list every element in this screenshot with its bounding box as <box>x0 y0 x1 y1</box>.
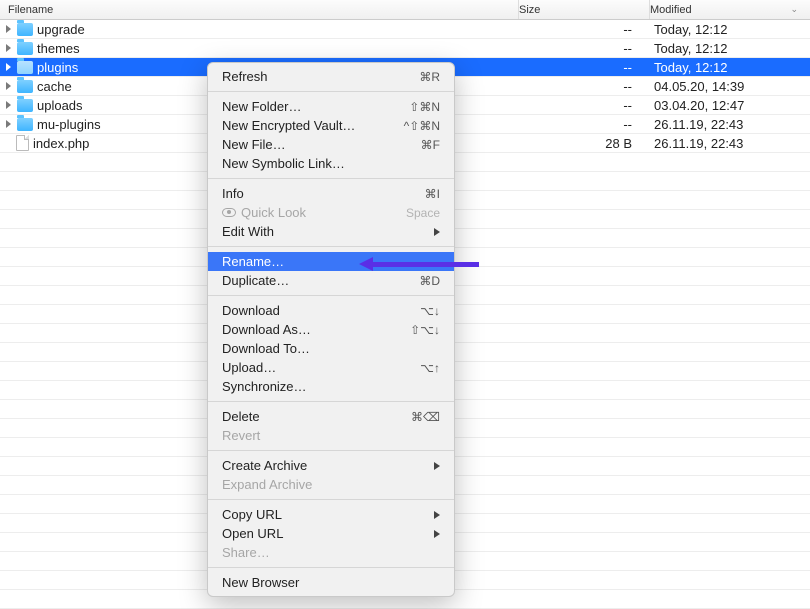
menu-separator <box>208 91 454 92</box>
folder-icon <box>17 99 33 112</box>
menu-delete[interactable]: Delete ⌘⌫ <box>208 407 454 426</box>
disclosure-triangle-icon[interactable] <box>6 101 11 109</box>
filename-label: themes <box>37 41 80 56</box>
cell-filename: themes <box>0 41 520 56</box>
menu-new-symbolic-link[interactable]: New Symbolic Link… <box>208 154 454 173</box>
cell-modified: Today, 12:12 <box>650 22 810 37</box>
menu-open-url[interactable]: Open URL <box>208 524 454 543</box>
menu-create-archive[interactable]: Create Archive <box>208 456 454 475</box>
menu-quick-look: Quick Look Space <box>208 203 454 222</box>
folder-icon <box>17 42 33 55</box>
filename-label: upgrade <box>37 22 85 37</box>
cell-size: -- <box>520 60 650 75</box>
menu-duplicate[interactable]: Duplicate… ⌘D <box>208 271 454 290</box>
filename-label: uploads <box>37 98 83 113</box>
chevron-right-icon <box>434 462 440 470</box>
menu-revert: Revert <box>208 426 454 445</box>
folder-icon <box>17 23 33 36</box>
menu-new-browser[interactable]: New Browser <box>208 573 454 592</box>
menu-separator <box>208 450 454 451</box>
menu-separator <box>208 499 454 500</box>
menu-separator <box>208 567 454 568</box>
cell-modified: 04.05.20, 14:39 <box>650 79 810 94</box>
cell-size: -- <box>520 98 650 113</box>
cell-modified: 26.11.19, 22:43 <box>650 136 810 151</box>
column-modified[interactable]: Modified ⌄ <box>650 4 810 16</box>
chevron-right-icon <box>434 511 440 519</box>
menu-new-encrypted-vault[interactable]: New Encrypted Vault… ^⇧⌘N <box>208 116 454 135</box>
sort-indicator-icon: ⌄ <box>790 4 798 15</box>
cell-size: -- <box>520 79 650 94</box>
disclosure-triangle-icon[interactable] <box>6 44 11 52</box>
filename-label: mu-plugins <box>37 117 101 132</box>
folder-icon <box>17 118 33 131</box>
cell-modified: Today, 12:12 <box>650 41 810 56</box>
menu-synchronize[interactable]: Synchronize… <box>208 377 454 396</box>
chevron-right-icon <box>434 530 440 538</box>
menu-rename[interactable]: Rename… <box>208 252 454 271</box>
menu-upload[interactable]: Upload… ⌥↑ <box>208 358 454 377</box>
menu-share: Share… <box>208 543 454 562</box>
column-header: Filename Size Modified ⌄ <box>0 0 810 20</box>
cell-size: -- <box>520 117 650 132</box>
cell-modified: Today, 12:12 <box>650 60 810 75</box>
menu-separator <box>208 246 454 247</box>
filename-label: index.php <box>33 136 89 151</box>
menu-download-to[interactable]: Download To… <box>208 339 454 358</box>
menu-download[interactable]: Download ⌥↓ <box>208 301 454 320</box>
chevron-right-icon <box>434 228 440 236</box>
cell-modified: 26.11.19, 22:43 <box>650 117 810 132</box>
menu-new-file[interactable]: New File… ⌘F <box>208 135 454 154</box>
menu-copy-url[interactable]: Copy URL <box>208 505 454 524</box>
cell-size: -- <box>520 22 650 37</box>
menu-edit-with[interactable]: Edit With <box>208 222 454 241</box>
cell-size: 28 B <box>520 136 650 151</box>
disclosure-triangle-icon[interactable] <box>6 120 11 128</box>
column-size[interactable]: Size <box>519 4 649 16</box>
disclosure-triangle-icon[interactable] <box>6 25 11 33</box>
menu-new-folder[interactable]: New Folder… ⇧⌘N <box>208 97 454 116</box>
menu-download-as[interactable]: Download As… ⇧⌥↓ <box>208 320 454 339</box>
table-row[interactable]: upgrade --Today, 12:12 <box>0 20 810 39</box>
eye-icon <box>222 208 236 217</box>
folder-icon <box>17 80 33 93</box>
menu-separator <box>208 401 454 402</box>
file-icon <box>16 135 29 151</box>
filename-label: plugins <box>37 60 78 75</box>
folder-icon <box>17 61 33 74</box>
cell-size: -- <box>520 41 650 56</box>
menu-info[interactable]: Info ⌘I <box>208 184 454 203</box>
filename-label: cache <box>37 79 72 94</box>
disclosure-triangle-icon[interactable] <box>6 63 11 71</box>
menu-expand-archive: Expand Archive <box>208 475 454 494</box>
cell-filename: upgrade <box>0 22 520 37</box>
column-filename[interactable]: Filename <box>0 4 518 16</box>
menu-separator <box>208 295 454 296</box>
context-menu: Refresh ⌘R New Folder… ⇧⌘N New Encrypted… <box>207 62 455 597</box>
cell-modified: 03.04.20, 12:47 <box>650 98 810 113</box>
disclosure-triangle-icon[interactable] <box>6 82 11 90</box>
table-row[interactable]: themes --Today, 12:12 <box>0 39 810 58</box>
menu-separator <box>208 178 454 179</box>
menu-refresh[interactable]: Refresh ⌘R <box>208 67 454 86</box>
